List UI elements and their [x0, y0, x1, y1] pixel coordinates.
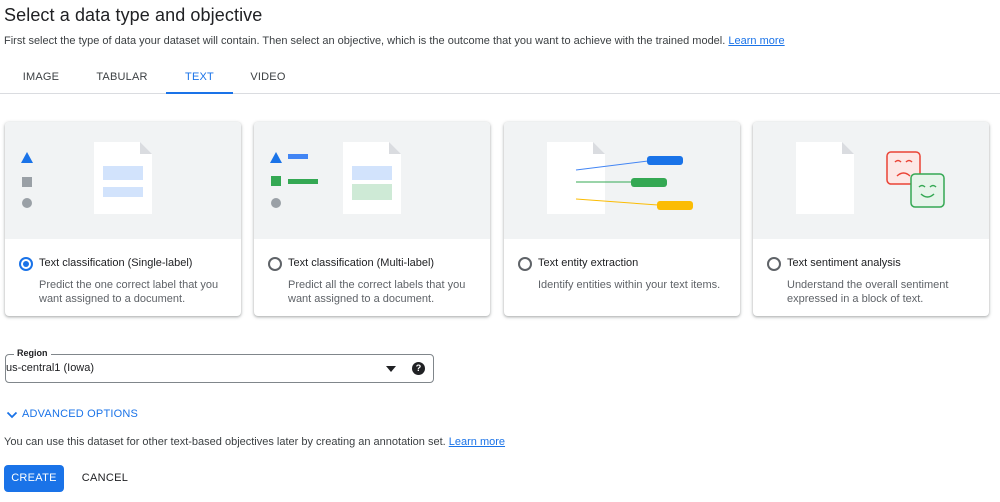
footnote-learn-more-link[interactable]: Learn more [449, 436, 505, 448]
tab-tabular[interactable]: TABULAR [86, 62, 158, 94]
sentiment-analysis-description: Understand the overall sentiment express… [787, 279, 949, 305]
entity-extraction-description: Identify entities within your text items… [538, 279, 721, 291]
help-icon[interactable]: ? [412, 362, 425, 375]
objective-card-multi-label[interactable]: Text classification (Multi-label) Predic… [254, 122, 490, 316]
sentiment-analysis-radio[interactable] [767, 257, 781, 271]
annotation-set-note: You can use this dataset for other text-… [4, 436, 505, 448]
sentiment-illustration [753, 122, 989, 239]
advanced-options-label: ADVANCED OPTIONS [22, 408, 139, 420]
entity-extraction-radio[interactable] [518, 257, 532, 271]
sentiment-analysis-title: Text sentiment analysis [787, 257, 901, 269]
cancel-button[interactable]: CANCEL [76, 465, 134, 492]
chevron-down-icon [6, 411, 18, 419]
region-value: us-central1 (Iowa) [6, 362, 95, 374]
create-button[interactable]: CREATE [4, 465, 64, 492]
page-title: Select a data type and objective [4, 5, 263, 25]
entity-extraction-illustration [504, 122, 740, 239]
multi-label-description: Predict all the correct labels that you … [288, 279, 466, 305]
data-type-tabs: IMAGE TABULAR TEXT VIDEO [0, 62, 1000, 94]
multi-label-radio[interactable] [268, 257, 282, 271]
single-label-illustration [5, 122, 241, 239]
tab-image[interactable]: IMAGE [8, 62, 74, 94]
subtitle-text: First select the type of data your datas… [4, 35, 726, 47]
objective-card-sentiment-analysis[interactable]: Text sentiment analysis Understand the o… [753, 122, 989, 316]
single-label-radio[interactable] [19, 257, 33, 271]
multi-label-illustration [254, 122, 490, 239]
dropdown-arrow-icon[interactable] [386, 366, 396, 372]
footnote-text: You can use this dataset for other text-… [4, 436, 446, 448]
learn-more-link[interactable]: Learn more [728, 35, 784, 47]
tab-video[interactable]: VIDEO [238, 62, 298, 94]
region-select[interactable]: Region us-central1 (Iowa) ? [5, 348, 434, 383]
single-label-title: Text classification (Single-label) [39, 257, 193, 269]
entity-extraction-title: Text entity extraction [538, 257, 639, 269]
objective-card-single-label[interactable]: Text classification (Single-label) Predi… [5, 122, 241, 316]
region-label: Region [14, 348, 51, 358]
multi-label-title: Text classification (Multi-label) [288, 257, 435, 269]
page-subtitle: First select the type of data your datas… [4, 35, 785, 47]
tab-text[interactable]: TEXT [166, 62, 233, 94]
single-label-description: Predict the one correct label that you w… [39, 279, 219, 305]
objective-card-entity-extraction[interactable]: Text entity extraction Identify entities… [504, 122, 740, 316]
